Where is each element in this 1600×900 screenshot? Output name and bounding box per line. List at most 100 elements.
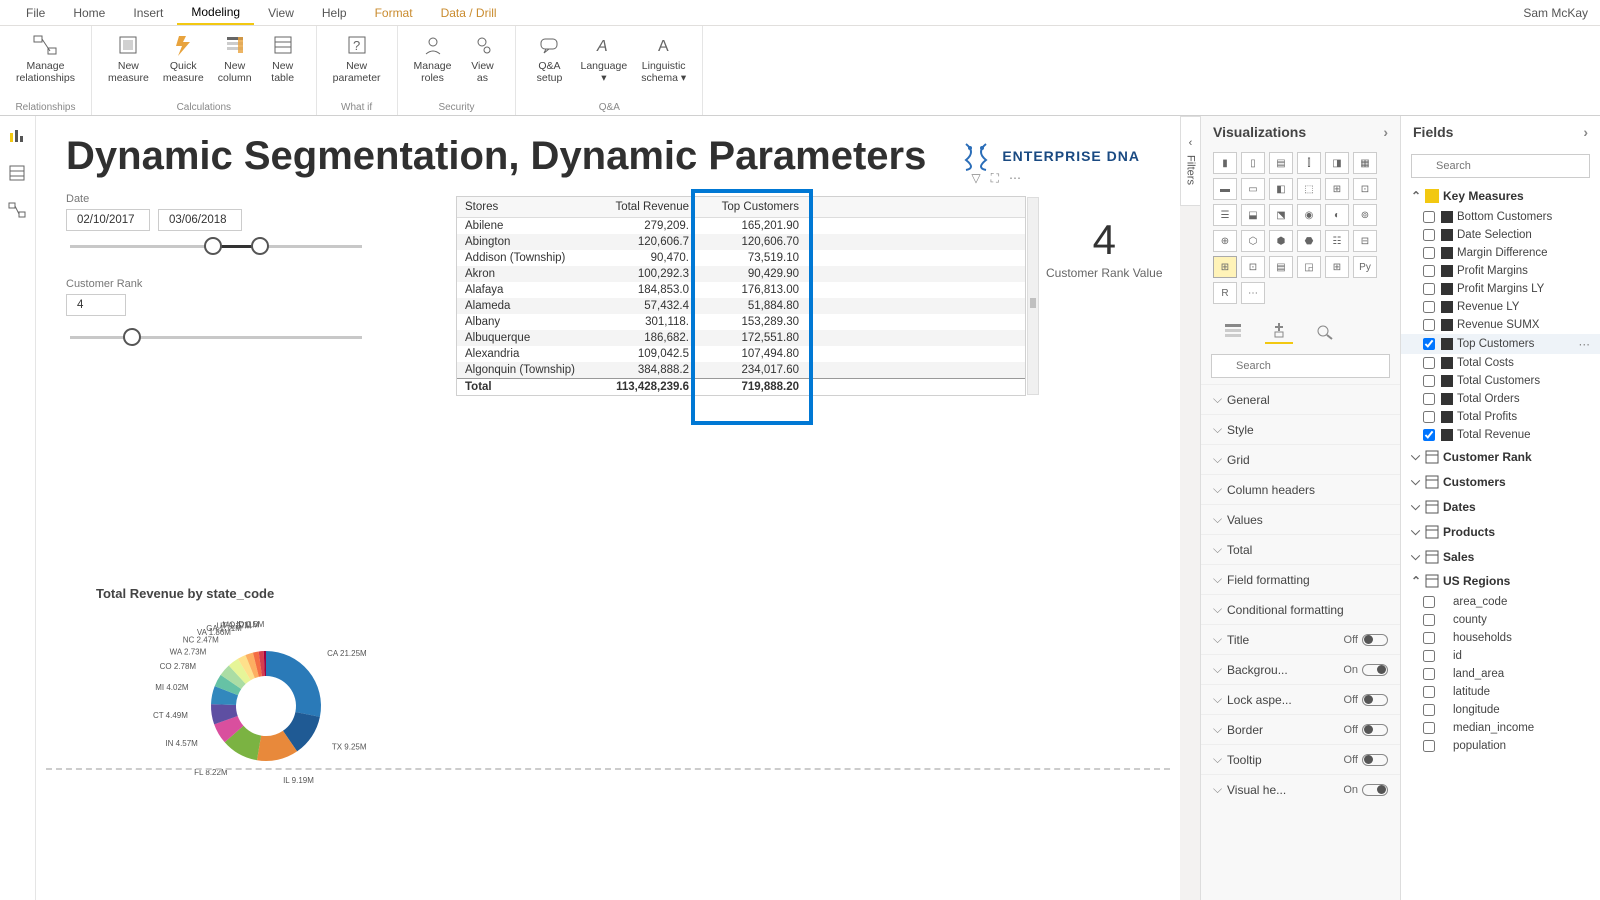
chevron-right-icon[interactable]: ›: [1583, 124, 1588, 140]
format-section[interactable]: ⌵Visual he...On: [1201, 774, 1400, 804]
field-item[interactable]: id: [1401, 647, 1600, 665]
viz-type-icon[interactable]: ▬: [1213, 178, 1237, 200]
viz-type-icon[interactable]: Py: [1353, 256, 1377, 278]
field-item[interactable]: Total Customers: [1401, 372, 1600, 390]
fields-group[interactable]: ⌃US Regions: [1401, 569, 1600, 593]
viz-type-icon[interactable]: ⋯: [1241, 282, 1265, 304]
format-section[interactable]: ⌵TitleOff: [1201, 624, 1400, 654]
field-item[interactable]: county: [1401, 611, 1600, 629]
filters-pane-toggle[interactable]: ‹ Filters: [1180, 116, 1200, 206]
field-item[interactable]: Bottom Customers: [1401, 208, 1600, 226]
menu-view[interactable]: View: [254, 2, 308, 24]
quick-measure-button[interactable]: Quick measure: [157, 30, 210, 100]
date-to-input[interactable]: 03/06/2018: [158, 209, 242, 231]
viz-type-icon[interactable]: ⊟: [1353, 230, 1377, 252]
format-section[interactable]: ⌵Backgrou...On: [1201, 654, 1400, 684]
rank-slider[interactable]: [70, 336, 362, 339]
fields-group-key-measures[interactable]: ⌃Key Measures: [1401, 184, 1600, 208]
donut-chart[interactable]: CA 21.25MTX 9.25MIL 9.19MFL 8.22MIN 4.57…: [136, 616, 396, 786]
format-section[interactable]: ⌵Conditional formatting: [1201, 594, 1400, 624]
viz-type-icon[interactable]: ⊞: [1213, 256, 1237, 278]
field-item[interactable]: Revenue LY: [1401, 298, 1600, 316]
manage-roles-button[interactable]: Manage roles: [408, 30, 458, 100]
fields-group[interactable]: ⌵Dates: [1401, 494, 1600, 519]
viz-type-icon[interactable]: ⬡: [1241, 230, 1265, 252]
viz-type-icon[interactable]: ⊞: [1325, 178, 1349, 200]
viz-type-icon[interactable]: ▦: [1353, 152, 1377, 174]
table-row[interactable]: Abilene279,209.165,201.90: [457, 218, 1025, 234]
new-parameter-button[interactable]: ?New parameter: [327, 30, 387, 100]
new-measure-button[interactable]: New measure: [102, 30, 155, 100]
menu-help[interactable]: Help: [308, 2, 361, 24]
filter-icon[interactable]: ▽: [971, 171, 980, 186]
viz-type-icon[interactable]: ▤: [1269, 256, 1293, 278]
table-row[interactable]: Algonquin (Township)384,888.2234,017.60: [457, 362, 1025, 378]
viz-type-icon[interactable]: ⊕: [1213, 230, 1237, 252]
viz-type-icon[interactable]: ☰: [1213, 204, 1237, 226]
viz-type-icon[interactable]: ▮: [1213, 152, 1237, 174]
date-slider-thumb-from[interactable]: [204, 237, 222, 255]
new-column-button[interactable]: New column: [212, 30, 258, 100]
field-item[interactable]: Total Costs: [1401, 354, 1600, 372]
more-icon[interactable]: ⋯: [1009, 171, 1021, 186]
fields-search[interactable]: [1401, 148, 1600, 184]
field-item[interactable]: median_income: [1401, 719, 1600, 737]
table-row[interactable]: Abington120,606.7120,606.70: [457, 234, 1025, 250]
date-slicer[interactable]: Date 02/10/2017 03/06/2018: [66, 193, 366, 248]
date-slider-thumb-to[interactable]: [251, 237, 269, 255]
view-as-button[interactable]: View as: [459, 30, 505, 100]
fields-group[interactable]: ⌵Customers: [1401, 469, 1600, 494]
viz-type-icon[interactable]: ▭: [1241, 178, 1265, 200]
linguistic-schema-button[interactable]: ALinguistic schema ▾: [635, 30, 692, 100]
menu-home[interactable]: Home: [59, 2, 119, 24]
viz-type-icon[interactable]: ⊞: [1325, 256, 1349, 278]
table-row[interactable]: Akron100,292.390,429.90: [457, 266, 1025, 282]
field-item[interactable]: area_code: [1401, 593, 1600, 611]
rank-slider-thumb[interactable]: [123, 328, 141, 346]
rank-slicer[interactable]: Customer Rank 4: [66, 278, 366, 339]
fields-group[interactable]: ⌵Sales: [1401, 544, 1600, 569]
fields-group[interactable]: ⌵Customer Rank: [1401, 444, 1600, 469]
format-search[interactable]: [1211, 354, 1390, 378]
format-section[interactable]: ⌵Style: [1201, 414, 1400, 444]
menu-insert[interactable]: Insert: [119, 2, 177, 24]
field-item[interactable]: Profit Margins LY: [1401, 280, 1600, 298]
date-slider[interactable]: [70, 245, 362, 248]
format-section[interactable]: ⌵Field formatting: [1201, 564, 1400, 594]
menu-modeling[interactable]: Modeling: [177, 1, 254, 25]
viz-type-icon[interactable]: ☷: [1325, 230, 1349, 252]
viz-type-icon[interactable]: ⬚: [1297, 178, 1321, 200]
field-item[interactable]: Revenue SUMX: [1401, 316, 1600, 334]
menu-format[interactable]: Format: [361, 2, 427, 24]
date-from-input[interactable]: 02/10/2017: [66, 209, 150, 231]
table-row[interactable]: Albany301,118.153,289.30: [457, 314, 1025, 330]
fields-group[interactable]: ⌵Products: [1401, 519, 1600, 544]
format-section[interactable]: ⌵General: [1201, 384, 1400, 414]
viz-type-icon[interactable]: ⬔: [1269, 204, 1293, 226]
viz-type-icon[interactable]: ⫿: [1297, 152, 1321, 174]
table-scrollbar[interactable]: [1027, 197, 1039, 395]
card-visual[interactable]: 4 Customer Rank Value: [1046, 216, 1163, 280]
viz-type-icon[interactable]: ⊡: [1241, 256, 1265, 278]
field-item[interactable]: land_area: [1401, 665, 1600, 683]
field-item[interactable]: Total Revenue: [1401, 426, 1600, 444]
report-canvas[interactable]: Dynamic Segmentation, Dynamic Parameters…: [36, 116, 1180, 900]
model-view-button[interactable]: [8, 202, 28, 222]
analytics-tab[interactable]: [1311, 318, 1339, 344]
table-visual[interactable]: ▽ ⛶ ⋯ Stores Total Revenue Top Customers…: [456, 196, 1026, 396]
format-section[interactable]: ⌵Total: [1201, 534, 1400, 564]
fields-search-input[interactable]: [1411, 154, 1590, 178]
qa-setup-button[interactable]: Q&A setup: [526, 30, 572, 100]
menu-data-drill[interactable]: Data / Drill: [427, 2, 511, 24]
viz-type-icon[interactable]: ◨: [1325, 152, 1349, 174]
table-row[interactable]: Alafaya184,853.0176,813.00: [457, 282, 1025, 298]
format-section[interactable]: ⌵Column headers: [1201, 474, 1400, 504]
format-section[interactable]: ⌵Grid: [1201, 444, 1400, 474]
format-section[interactable]: ⌵TooltipOff: [1201, 744, 1400, 774]
viz-type-icon[interactable]: ◧: [1269, 178, 1293, 200]
field-item[interactable]: households: [1401, 629, 1600, 647]
focus-icon[interactable]: ⛶: [991, 171, 999, 186]
field-item[interactable]: Margin Difference: [1401, 244, 1600, 262]
user-name[interactable]: Sam McKay: [1523, 6, 1588, 20]
viz-type-icon[interactable]: ⬣: [1297, 230, 1321, 252]
